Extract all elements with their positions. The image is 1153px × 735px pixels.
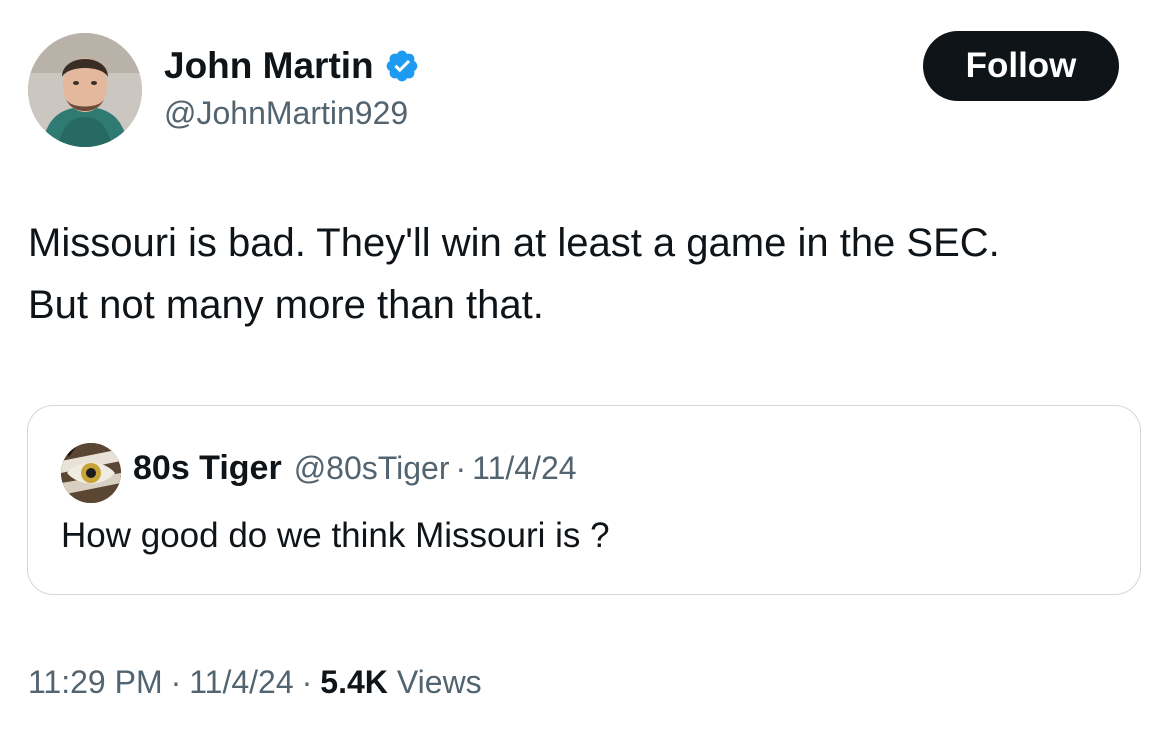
- author-handle[interactable]: @JohnMartin929: [164, 92, 420, 134]
- author-avatar[interactable]: [28, 33, 142, 147]
- follow-button[interactable]: Follow: [923, 31, 1119, 101]
- quoted-separator: ·: [455, 450, 467, 486]
- meta-separator: ·: [301, 664, 313, 700]
- verified-badge-icon: [384, 48, 420, 84]
- views-count[interactable]: 5.4K: [320, 664, 388, 701]
- quoted-author-avatar: [61, 443, 121, 503]
- views-label: Views: [396, 664, 482, 700]
- tweet-meta: 11:29 PM · 11/4/24 · 5.4K Views: [28, 664, 482, 701]
- quoted-tweet-text: How good do we think Missouri is ?: [61, 516, 610, 555]
- author-display-name[interactable]: John Martin: [164, 44, 374, 88]
- quoted-date[interactable]: 11/4/24: [472, 450, 576, 487]
- author-name-row: John Martin: [164, 44, 420, 88]
- tweet-date[interactable]: 11/4/24: [189, 664, 293, 701]
- tweet-time[interactable]: 11:29 PM: [28, 664, 163, 701]
- tweet-text-line: Missouri is bad. They'll win at least a …: [28, 221, 1000, 265]
- quoted-tweet-card[interactable]: 80s Tiger @80sTiger · 11/4/24 How good d…: [27, 405, 1141, 595]
- author-avatar-image: [28, 33, 142, 147]
- tweet-text: Missouri is bad. They'll win at least a …: [28, 212, 1128, 336]
- quoted-author-name[interactable]: 80s Tiger: [133, 449, 282, 488]
- tweet-text-line: But not many more than that.: [28, 283, 544, 327]
- tiger-eye-image: [61, 443, 121, 503]
- quoted-tweet-header: 80s Tiger @80sTiger · 11/4/24: [133, 449, 577, 488]
- author-info: John Martin @JohnMartin929: [164, 44, 420, 134]
- quoted-author-handle[interactable]: @80sTiger: [294, 450, 450, 487]
- meta-separator: ·: [170, 664, 182, 700]
